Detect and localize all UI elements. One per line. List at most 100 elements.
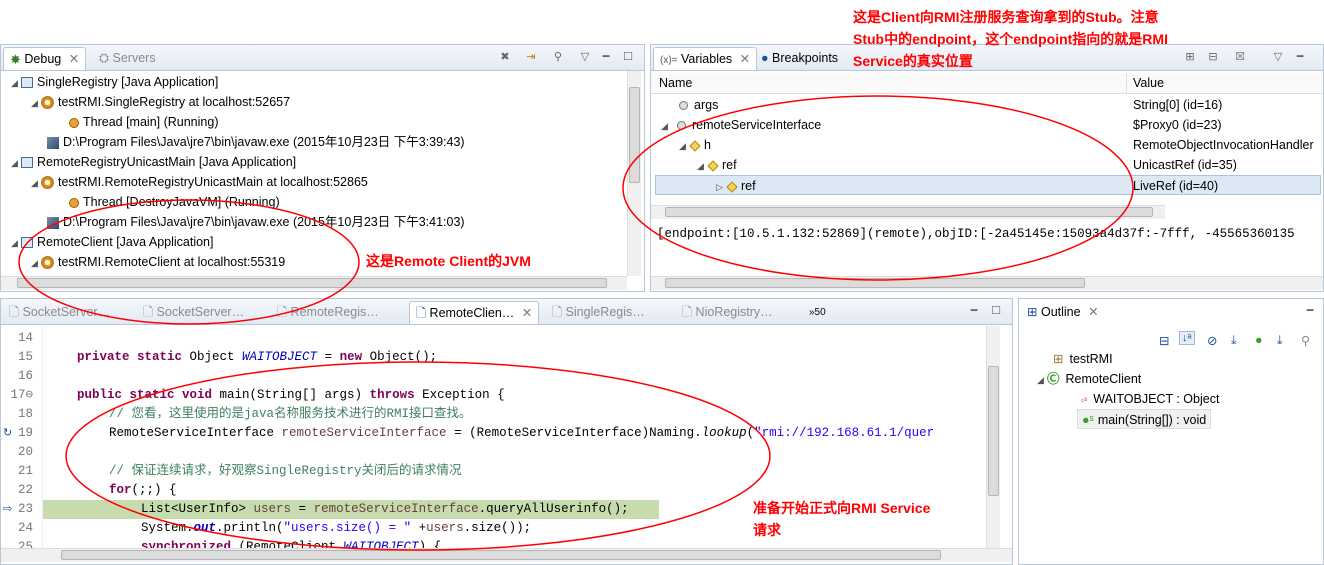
outline-method[interactable]: ●ˢ main(String[]) : void [1077,409,1212,429]
view-menu-icon[interactable]: ▽ [578,50,592,64]
editor-tab-active[interactable]: 🗋 RemoteClien… ✕ [409,301,540,324]
launch-singleregistry[interactable]: ◢ SingleRegistry [Java Application] [11,72,218,92]
outline-class[interactable]: ◢ Ⓒ RemoteClient [1037,369,1141,389]
minimize-icon[interactable]: ━ [599,50,613,64]
var-value: LiveRef (id=40) [1133,179,1219,193]
collapse-icon[interactable]: ◢ [679,136,689,156]
tab-servers[interactable]: ⛭ Servers [93,47,162,70]
outline-label: main(String[]) : void [1097,413,1207,427]
debug-hscrollbar[interactable] [1,276,627,290]
scroll-thumb[interactable] [665,207,1153,217]
variables-hscrollbar[interactable] [651,205,1165,219]
scroll-thumb[interactable] [665,278,1085,288]
breakpoint-marker-icon[interactable]: ↻ [3,426,12,439]
debug-vscrollbar[interactable] [627,71,641,276]
outline-field[interactable]: ▫ˢ WAITOBJECT : Object [1081,389,1219,409]
code-line-22[interactable]: for(;;) { [109,481,177,500]
public-method-icon: ●ˢ [1082,413,1094,427]
minimize-icon[interactable]: ━ [1303,304,1317,318]
instruction-pointer-icon[interactable]: ⇨ [3,502,12,515]
editor-hscrollbar[interactable] [1,548,1012,562]
code-line-24[interactable]: System.out.println("users.size() = " +us… [141,519,531,538]
view-menu-icon[interactable]: ⚲ [1301,333,1310,348]
scroll-thumb[interactable] [61,550,941,560]
expand-icon[interactable]: ▷ [716,177,726,197]
java-file-icon: 🗋 [416,306,427,320]
collapse-icon[interactable]: ◢ [31,93,41,113]
code-line-23[interactable]: List<UserInfo> users = remoteServiceInte… [141,500,629,519]
code-line-15[interactable]: private static Object WAITOBJECT = new O… [77,348,437,367]
minimize-icon[interactable]: ━ [1293,50,1307,64]
editor-vscrollbar[interactable] [986,326,1000,548]
hide-fields-icon[interactable]: ⊘ [1207,333,1217,348]
launch-remoteregistry[interactable]: ◢ RemoteRegistryUnicastMain [Java Applica… [11,152,296,172]
var-row-ref-selected[interactable]: ▷ ref LiveRef (id=40) [655,175,1321,195]
close-icon[interactable]: ✕ [522,306,532,320]
thread-main[interactable]: Thread [main] (Running) [69,112,218,132]
tab-variables[interactable]: (x)= Variables ✕ [653,47,758,70]
editor-tab[interactable]: 🗋 SocketServer… [3,301,116,324]
column-divider[interactable] [1126,73,1127,94]
editor-tab[interactable]: 🗋 SocketServer… [137,301,250,324]
tab-breakpoints[interactable]: ● Breakpoints [755,47,844,70]
collapse-all-icon[interactable]: ⊟ [1206,50,1220,64]
sort-icon[interactable]: ↓ᵃ [1179,331,1195,345]
vm-remoteclient[interactable]: ◢ testRMI.RemoteClient at localhost:55319 [31,252,285,272]
field-icon [726,181,738,193]
collapse-icon[interactable]: ◢ [697,156,707,176]
minimize-icon[interactable]: ━ [967,304,981,318]
show-type-names-icon[interactable]: ⊞ [1183,50,1197,64]
code-line-19[interactable]: RemoteServiceInterface remoteServiceInte… [109,424,934,443]
thread-destroyjavavm[interactable]: Thread [DestroyJavaVM] (Running) [69,192,280,212]
editor-tab[interactable]: 🗋 NioRegistry… [676,301,779,324]
var-row-args[interactable]: args String[0] (id=16) [679,95,1319,115]
tab-debug[interactable]: ✸ Debug ✕ [3,47,87,70]
collapse-icon[interactable]: ◢ [1037,370,1047,390]
layout-icon[interactable]: ▽ [1271,50,1285,64]
scroll-thumb[interactable] [988,366,999,496]
outline-package[interactable]: ⊞ testRMI [1053,349,1113,369]
launch-remoteclient[interactable]: ◢ RemoteClient [Java Application] [11,232,213,252]
collapse-icon[interactable]: ◢ [11,233,21,253]
hide-static-icon[interactable]: ⤓ [1231,333,1237,348]
maximize-icon[interactable]: ☐ [989,304,1003,318]
collapse-icon[interactable]: ◢ [11,153,21,173]
tab-outline-label: Outline [1040,305,1081,319]
close-icon[interactable]: ✕ [1088,305,1098,319]
tab-outline[interactable]: ⊞ Outline ✕ [1021,301,1105,324]
remove-launches-icon[interactable]: ✖ [498,50,512,64]
col-name[interactable]: Name [659,76,692,90]
code-line-17[interactable]: public static void main(String[] args) t… [77,386,505,405]
collapse-all-icon[interactable]: ⊟ [1159,333,1169,348]
scroll-thumb[interactable] [17,278,607,288]
collapse-icon[interactable]: ◢ [31,253,41,273]
close-icon[interactable]: ✕ [69,52,79,66]
more-tabs[interactable]: »50 [803,301,832,324]
close-icon[interactable]: ✕ [740,52,750,66]
select-all-icon[interactable]: ☒ [1233,50,1247,64]
step-icon[interactable]: ⇥ [524,50,538,64]
use-step-filters-icon[interactable]: ⚲ [551,50,565,64]
collapse-icon[interactable]: ◢ [11,73,21,93]
collapse-icon[interactable]: ◢ [661,116,671,136]
private-field-icon: ▫ˢ [1081,395,1088,405]
collapse-icon[interactable]: ◢ [31,173,41,193]
code-line-21[interactable]: // 保证连续请求，好观察SingleRegistry关闭后的请求情况 [109,462,462,481]
detail-pane[interactable]: [endpoint:[10.5.1.132:52869](remote),obj… [657,227,1295,241]
col-value[interactable]: Value [1133,76,1164,90]
editor-tab[interactable]: 🗋 RemoteRegis… [271,301,385,324]
scroll-thumb[interactable] [629,87,640,183]
detail-hscrollbar[interactable] [651,276,1323,290]
vm-singleregistry[interactable]: ◢ testRMI.SingleRegistry at localhost:526… [31,92,290,112]
var-row-ref[interactable]: ◢ ref UnicastRef (id=35) [697,155,1321,175]
var-row-remoteserviceinterface[interactable]: ◢ remoteServiceInterface $Proxy0 (id=23) [661,115,1321,135]
vm-remoteregistry[interactable]: ◢ testRMI.RemoteRegistryUnicastMain at lo… [31,172,368,192]
process-singleregistry[interactable]: D:\Program Files\Java\jre7\bin\javaw.exe… [47,132,465,152]
editor-tab[interactable]: 🗋 SingleRegis… [546,301,651,324]
code-line-18[interactable]: // 您看，这里使用的是java名称服务技术进行的RMI接口查找。 [109,405,472,424]
var-row-h[interactable]: ◢ h RemoteObjectInvocationHandler [679,135,1321,155]
maximize-icon[interactable]: ☐ [621,50,635,64]
hide-nonpublic-icon[interactable]: ● [1255,333,1263,347]
hide-local-types-icon[interactable]: ⤓ [1277,333,1283,348]
process-remoteregistry[interactable]: D:\Program Files\Java\jre7\bin\javaw.exe… [47,212,465,232]
